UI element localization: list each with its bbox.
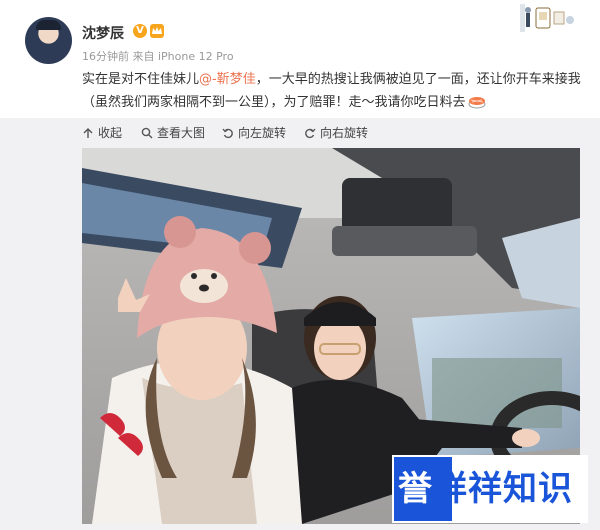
post-card: 沈梦辰 V 16分钟前 来自 iPhone 12 Pro 实在是对不住佳妹儿@-… bbox=[0, 0, 600, 118]
rotate-left-button[interactable]: 向左旋转 bbox=[222, 124, 286, 141]
decoration-icon bbox=[520, 4, 574, 32]
username[interactable]: 沈梦辰 bbox=[82, 23, 124, 43]
avatar[interactable] bbox=[25, 17, 72, 64]
rotate-right-button[interactable]: 向右旋转 bbox=[304, 124, 368, 141]
post-meta: 16分钟前 来自 iPhone 12 Pro bbox=[82, 50, 234, 63]
watermark-rest: 祥祥知识 bbox=[433, 469, 573, 509]
verified-badge-icon: V bbox=[133, 24, 147, 38]
view-large-label: 查看大图 bbox=[157, 126, 206, 140]
collapse-button[interactable]: 收起 bbox=[82, 124, 122, 141]
rotate-right-icon bbox=[305, 128, 316, 138]
watermark-first-char: 誉 bbox=[398, 469, 433, 509]
mention-link[interactable]: @-靳梦佳 bbox=[199, 72, 256, 87]
rotate-left-icon bbox=[222, 128, 233, 138]
post-text-part: 实在是对不住佳妹儿 bbox=[82, 72, 200, 87]
image-toolbar: 收起 查看大图 向左旋转 向右旋转 bbox=[0, 118, 600, 146]
watermark: 誉祥祥知识 bbox=[392, 455, 588, 523]
view-large-button[interactable]: 查看大图 bbox=[141, 124, 205, 141]
post-text: 实在是对不住佳妹儿@-靳梦佳，一大早的热搜让我俩被迫见了一面，还让你开车来接我（… bbox=[82, 68, 582, 114]
rotate-left-label: 向左旋转 bbox=[238, 126, 287, 140]
sushi-icon bbox=[468, 97, 486, 109]
watermark-text: 誉祥祥知识 bbox=[398, 467, 573, 511]
magnifier-icon bbox=[141, 127, 153, 138]
collapse-label: 收起 bbox=[98, 126, 123, 140]
arrow-up-icon bbox=[83, 127, 93, 138]
rotate-right-label: 向右旋转 bbox=[320, 126, 369, 140]
crown-icon bbox=[150, 24, 164, 38]
